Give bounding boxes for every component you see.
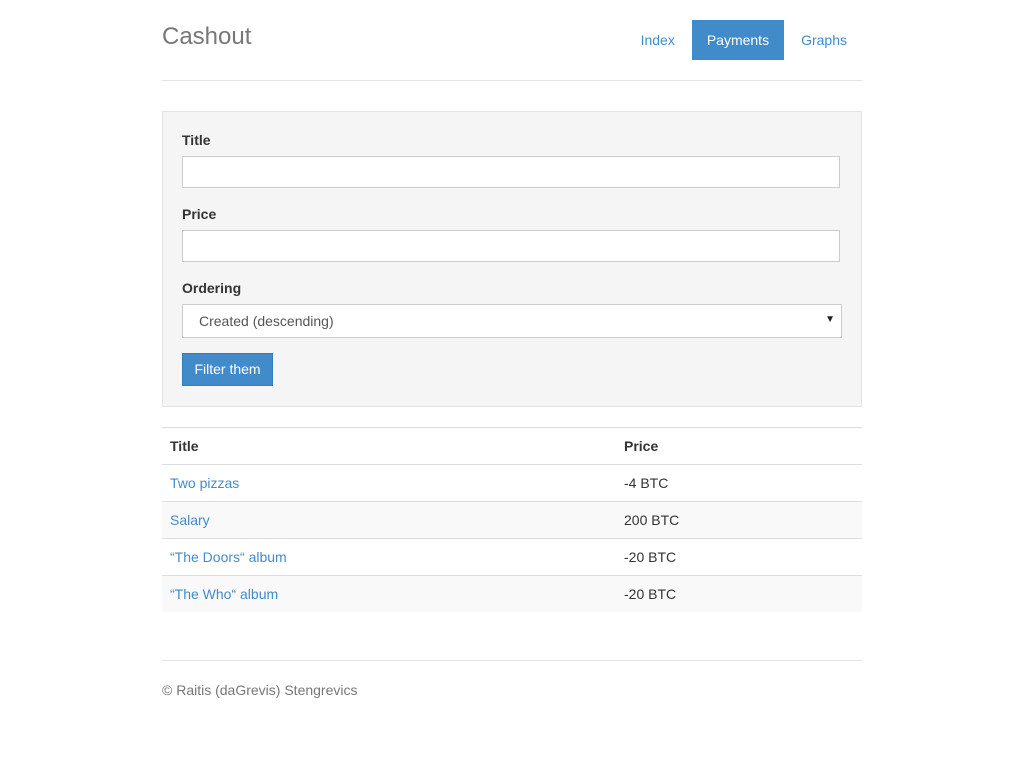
price-label: Price (182, 206, 217, 222)
filter-button[interactable]: Filter them (182, 353, 273, 386)
table-row: “The Doors“ album -20 BTC (162, 539, 862, 576)
title-label: Title (182, 132, 211, 148)
nav-payments[interactable]: Payments (691, 20, 785, 60)
title-input[interactable] (182, 156, 840, 188)
brand-title: Cashout (162, 23, 252, 50)
payments-table: Title Price Two pizzas -4 BTC Salary 200… (162, 427, 862, 612)
nav-pills: Index Payments Graphs (624, 20, 862, 60)
footer: © Raitis (daGrevis) Stengrevics (162, 660, 862, 698)
payment-price: 200 BTC (624, 512, 680, 528)
payment-title-link[interactable]: Two pizzas (170, 475, 239, 491)
ordering-select[interactable]: Created (descending) ▼ (182, 304, 842, 338)
table-row: “The Who“ album -20 BTC (162, 576, 862, 612)
ordering-label: Ordering (182, 280, 242, 296)
table-row: Salary 200 BTC (162, 502, 862, 539)
nav-graphs[interactable]: Graphs (786, 20, 862, 60)
payment-price: -20 BTC (624, 549, 677, 565)
filter-panel: Title Price Ordering Created (descending… (162, 111, 862, 407)
caret-down-icon: ▼ (825, 314, 835, 325)
column-header-title: Title (170, 438, 199, 454)
nav-index[interactable]: Index (626, 20, 690, 60)
payment-price: -20 BTC (624, 586, 677, 602)
header: Cashout Index Payments Graphs (162, 0, 862, 81)
table-header-row: Title Price (162, 428, 862, 465)
payment-title-link[interactable]: Salary (170, 512, 210, 528)
payment-price: -4 BTC (624, 475, 669, 491)
table-row: Two pizzas -4 BTC (162, 465, 862, 502)
payment-title-link[interactable]: “The Doors“ album (170, 549, 287, 565)
ordering-selected-value: Created (descending) (199, 313, 334, 329)
price-input[interactable] (182, 230, 840, 262)
payment-title-link[interactable]: “The Who“ album (170, 586, 278, 602)
page-container: Cashout Index Payments Graphs Title Pric… (162, 0, 862, 698)
column-header-price: Price (624, 438, 659, 454)
footer-copyright: © Raitis (daGrevis) Stengrevics (162, 682, 358, 698)
